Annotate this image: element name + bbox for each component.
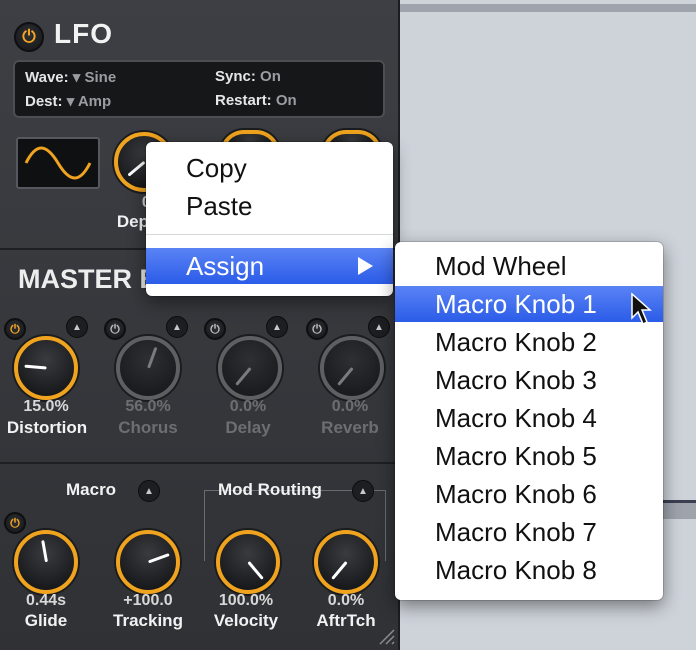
power-icon: ⏻	[312, 321, 322, 336]
tracking-label: Tracking	[113, 611, 183, 630]
reverb-label: Reverb	[321, 418, 379, 437]
macro-title: Macro	[66, 480, 117, 499]
distortion-power-button[interactable]: ⏻	[4, 318, 26, 340]
menu-separator	[146, 234, 393, 235]
reverb-expand-button[interactable]: ▲	[368, 316, 390, 338]
submenu-item-macro-knob-6[interactable]: Macro Knob 6	[395, 476, 663, 512]
submenu-item-mod-wheel[interactable]: Mod Wheel	[395, 248, 663, 284]
delay-expand-button[interactable]: ▲	[266, 316, 288, 338]
glide-power-button[interactable]: ⏻	[4, 512, 26, 534]
distortion-knob[interactable]	[14, 336, 78, 400]
wave-value: Sine	[84, 69, 117, 86]
menu-item-assign-label: Assign	[186, 251, 265, 281]
chevron-right-icon	[358, 257, 373, 275]
chorus-value: 56.0%	[125, 398, 171, 415]
aftertouch-knob[interactable]	[314, 530, 378, 594]
glide-knob[interactable]	[14, 530, 78, 594]
power-icon: ⏻	[10, 321, 20, 336]
delay-knob[interactable]	[218, 336, 282, 400]
velocity-knob[interactable]	[216, 530, 280, 594]
dest-select[interactable]: Dest: ▾ Amp	[25, 92, 111, 110]
restart-value: On	[275, 92, 297, 109]
assign-submenu: Mod Wheel Macro Knob 1 Macro Knob 2 Macr…	[395, 242, 663, 600]
submenu-item-macro-knob-2[interactable]: Macro Knob 2	[395, 324, 663, 360]
velocity-label: Velocity	[213, 611, 279, 630]
triangle-up-icon: ▲	[172, 321, 182, 333]
tracking-value: +100.0	[123, 592, 173, 609]
waveform-display	[16, 137, 100, 189]
sine-wave-icon	[24, 146, 92, 180]
master-effects-title: MASTER E	[18, 264, 158, 294]
glide-label: Glide	[24, 611, 68, 630]
chorus-power-button[interactable]: ⏻	[104, 318, 126, 340]
triangle-down-icon: ▾	[66, 93, 75, 110]
chorus-expand-button[interactable]: ▲	[166, 316, 188, 338]
delay-label: Delay	[225, 418, 271, 437]
sync-value: On	[260, 68, 281, 85]
distortion-value: 15.0%	[23, 398, 69, 415]
macro-expand-button[interactable]: ▲	[138, 480, 160, 502]
reverb-power-button[interactable]: ⏻	[306, 318, 328, 340]
lfo-params-panel: Wave: ▾ Sine Sync: On Dest: ▾ Amp Restar…	[13, 60, 385, 118]
wave-label: Wave:	[25, 69, 69, 86]
submenu-item-macro-knob-3[interactable]: Macro Knob 3	[395, 362, 663, 398]
dest-value: Amp	[77, 93, 112, 110]
mouse-cursor-icon	[631, 292, 652, 326]
velocity-value: 100.0%	[218, 592, 274, 609]
submenu-item-macro-knob-5[interactable]: Macro Knob 5	[395, 438, 663, 474]
aftertouch-value: 0.0%	[327, 592, 365, 609]
restart-label: Restart:	[215, 92, 272, 109]
lfo-power-button[interactable]: ⏻	[14, 22, 44, 52]
tracking-knob[interactable]	[116, 530, 180, 594]
triangle-up-icon: ▲	[272, 321, 282, 333]
restart-toggle[interactable]: Restart: On	[215, 92, 297, 109]
menu-item-copy[interactable]: Copy	[146, 150, 393, 186]
resize-grip[interactable]	[376, 626, 396, 646]
menu-item-assign[interactable]: Assign	[146, 248, 393, 284]
menu-item-paste[interactable]: Paste	[146, 188, 393, 224]
distortion-label: Distortion	[6, 418, 88, 437]
reverb-knob[interactable]	[320, 336, 384, 400]
sync-toggle[interactable]: Sync: On	[215, 68, 281, 85]
distortion-expand-button[interactable]: ▲	[66, 316, 88, 338]
reverb-value: 0.0%	[331, 398, 369, 415]
mod-routing-title: Mod Routing	[218, 480, 322, 499]
delay-value: 0.0%	[229, 398, 267, 415]
submenu-item-macro-knob-1[interactable]: Macro Knob 1	[395, 286, 663, 322]
power-icon: ⏻	[22, 27, 36, 46]
sync-label: Sync:	[215, 68, 256, 85]
power-icon: ⏻	[110, 321, 120, 336]
power-icon: ⏻	[210, 321, 220, 336]
chorus-label: Chorus	[118, 418, 178, 437]
wave-select[interactable]: Wave: ▾ Sine	[25, 68, 116, 86]
mod-routing-expand-button[interactable]: ▲	[352, 480, 374, 502]
submenu-item-macro-knob-7[interactable]: Macro Knob 7	[395, 514, 663, 550]
power-icon: ⏻	[10, 515, 20, 530]
lfo-title: LFO	[54, 18, 113, 49]
chorus-knob[interactable]	[116, 336, 180, 400]
triangle-up-icon: ▲	[374, 321, 384, 333]
triangle-up-icon: ▲	[72, 321, 82, 333]
triangle-up-icon: ▲	[358, 485, 368, 497]
triangle-down-icon: ▾	[72, 69, 81, 86]
triangle-up-icon: ▲	[144, 485, 154, 497]
submenu-item-macro-knob-8[interactable]: Macro Knob 8	[395, 552, 663, 588]
synth-panel: ⏻ LFO Wave: ▾ Sine Sync: On Dest: ▾ Amp …	[0, 0, 400, 650]
glide-value: 0.44s	[25, 592, 67, 609]
context-menu: Copy Paste Assign	[146, 142, 393, 296]
timeline-bar	[400, 4, 696, 12]
delay-power-button[interactable]: ⏻	[204, 318, 226, 340]
submenu-item-macro-knob-4[interactable]: Macro Knob 4	[395, 400, 663, 436]
dest-label: Dest:	[25, 93, 63, 110]
divider	[0, 462, 398, 464]
